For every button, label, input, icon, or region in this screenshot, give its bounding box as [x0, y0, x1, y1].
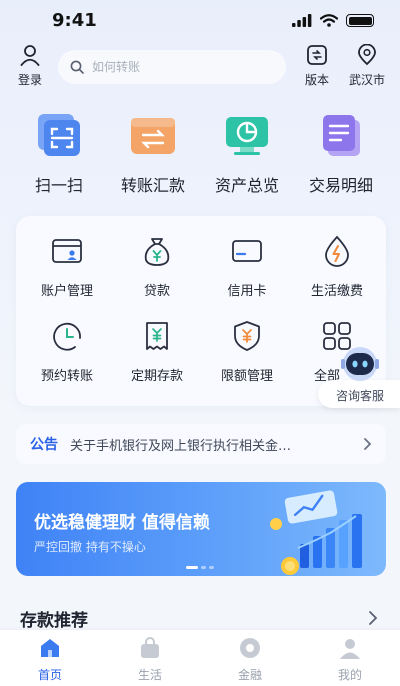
quick-scan[interactable]: 扫一扫 — [14, 112, 104, 196]
quick-actions: 扫一扫 转账汇款 资产总览 交易明细 — [14, 112, 386, 196]
user-icon — [20, 45, 40, 66]
service-fixed-deposit[interactable]: 定期存款 — [112, 319, 202, 384]
service-loan[interactable]: 贷款 — [112, 234, 202, 299]
chevron-right-icon — [364, 438, 372, 450]
tab-life[interactable]: 生活 — [115, 636, 185, 686]
promo-banner[interactable]: 优选稳健理财 值得信赖 严控回撤 持有不操心 — [16, 482, 386, 576]
customer-service-label: 咨询客服 — [336, 389, 385, 403]
city-button[interactable]: 武汉市 — [344, 43, 390, 88]
profile-icon — [340, 639, 360, 659]
version-switch-icon — [307, 45, 327, 65]
service-limit-management[interactable]: 限额管理 — [202, 319, 292, 384]
service-account-management[interactable]: 账户管理 — [22, 234, 112, 299]
tab-home[interactable]: 首页 — [15, 636, 85, 686]
service-credit-card[interactable]: 信用卡 — [202, 234, 292, 299]
robot-assistant-icon — [341, 347, 379, 381]
limit-shield-icon — [234, 321, 260, 351]
scan-icon — [38, 114, 80, 156]
quick-transactions[interactable]: 交易明细 — [296, 112, 386, 196]
service-label: 账户管理 — [40, 284, 93, 299]
login-label: 登录 — [17, 73, 42, 87]
account-card-icon — [52, 239, 82, 263]
service-utility-payment[interactable]: 生活缴费 — [292, 234, 382, 299]
quick-assets-label: 资产总览 — [214, 176, 279, 195]
service-label: 贷款 — [143, 284, 170, 299]
status-bar: 9:41 — [0, 0, 400, 44]
bottom-tab-bar: 首页 生活 金融 我的 — [0, 630, 400, 686]
wifi-icon — [320, 14, 338, 27]
banner-pagination — [186, 566, 214, 569]
status-time: 9:41 — [52, 10, 97, 31]
customer-service-button[interactable]: 咨询客服 — [318, 344, 400, 408]
customer-service-bubble: 咨询客服 — [318, 380, 400, 408]
tab-label: 生活 — [137, 668, 162, 682]
tab-label: 金融 — [237, 668, 262, 682]
notice-bar[interactable]: 公告 关于手机银行及网上银行执行相关金… — [16, 424, 386, 464]
tab-profile[interactable]: 我的 — [315, 636, 385, 686]
quick-transfer[interactable]: 转账汇款 — [108, 112, 198, 196]
quick-transactions-label: 交易明细 — [308, 176, 373, 195]
version-button[interactable]: 版本 — [302, 44, 332, 88]
banner-title: 优选稳健理财 值得信赖 — [34, 513, 210, 533]
service-label: 生活缴费 — [310, 284, 363, 299]
battery-icon — [346, 14, 374, 27]
quick-transfer-label: 转账汇款 — [120, 176, 185, 195]
transaction-details-icon — [323, 115, 360, 156]
city-label: 武汉市 — [348, 73, 385, 87]
utility-drop-icon — [325, 235, 349, 267]
section-title-deposits: 存款推荐 — [20, 611, 88, 631]
signal-icon — [292, 14, 312, 27]
version-label: 版本 — [304, 73, 329, 87]
quick-scan-label: 扫一扫 — [34, 176, 83, 195]
search-bar[interactable] — [58, 50, 286, 84]
tab-label: 我的 — [337, 668, 362, 682]
asset-overview-icon — [226, 117, 268, 155]
service-scheduled-transfer[interactable]: 预约转账 — [22, 319, 112, 384]
tab-finance[interactable]: 金融 — [215, 636, 285, 686]
tab-label: 首页 — [37, 668, 62, 682]
service-label: 预约转账 — [40, 369, 93, 384]
finance-chart-illustration — [270, 490, 362, 575]
quick-assets[interactable]: 资产总览 — [202, 112, 292, 196]
login-button[interactable]: 登录 — [14, 44, 46, 88]
search-icon — [70, 60, 84, 74]
search-input[interactable] — [92, 60, 262, 74]
service-label: 限额管理 — [220, 369, 273, 384]
service-label: 定期存款 — [130, 369, 183, 384]
status-icons — [292, 14, 374, 27]
home-icon — [41, 639, 59, 657]
service-label: 信用卡 — [227, 284, 267, 299]
location-pin-icon — [358, 43, 376, 66]
finance-coin-icon — [240, 638, 260, 658]
banner-subtitle: 严控回撤 持有不操心 — [34, 540, 146, 554]
transfer-icon — [131, 118, 175, 154]
scheduled-clock-icon — [53, 322, 81, 351]
loan-bag-icon — [144, 238, 170, 266]
deposit-doc-icon — [146, 322, 168, 350]
bag-icon — [141, 637, 159, 658]
notice-tag: 公告 — [30, 437, 58, 453]
chevron-right-icon[interactable] — [366, 610, 380, 626]
top-header: 登录 版本 武汉市 — [0, 43, 400, 94]
notice-text: 关于手机银行及网上银行执行相关金… — [70, 438, 292, 454]
credit-card-icon — [232, 240, 262, 262]
